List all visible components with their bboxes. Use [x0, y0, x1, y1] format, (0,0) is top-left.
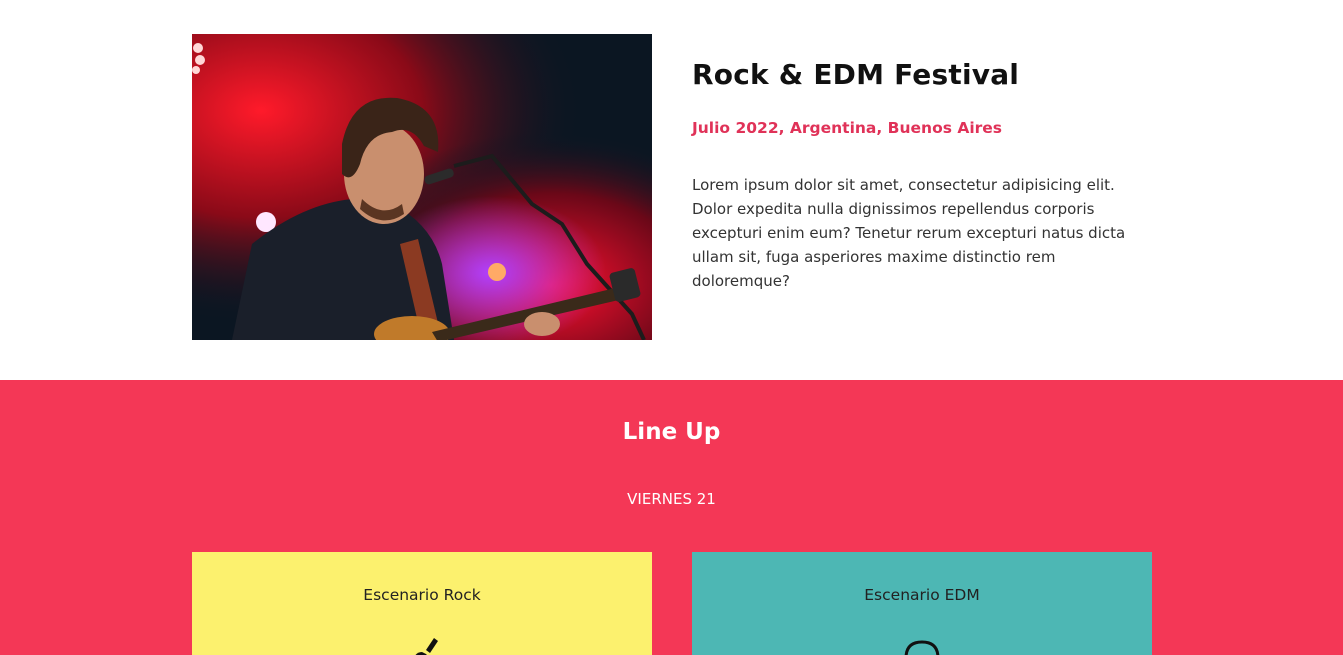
festival-info: Rock & EDM Festival Julio 2022, Argentin… [692, 58, 1152, 293]
lineup-section: Line Up VIERNES 21 Escenario Rock Escena… [0, 380, 1343, 655]
festival-date-location: Julio 2022, Argentina, Buenos Aires [692, 119, 1003, 137]
stage-card-rock: Escenario Rock [192, 552, 652, 655]
festival-description: Lorem ipsum dolor sit amet, consectetur … [692, 176, 1126, 290]
lineup-day: VIERNES 21 [627, 490, 716, 508]
lineup-title: Line Up [622, 419, 721, 445]
stage-card-edm: Escenario EDM [692, 552, 1152, 655]
stage-name-rock: Escenario Rock [363, 586, 481, 604]
festival-title: Rock & EDM Festival [692, 58, 1020, 91]
festival-photo [192, 34, 652, 340]
headphones-icon [904, 640, 940, 655]
festival-section: Rock & EDM Festival Julio 2022, Argentin… [0, 0, 1343, 380]
stage-name-edm: Escenario EDM [864, 586, 980, 604]
guitar-icon [415, 638, 438, 655]
